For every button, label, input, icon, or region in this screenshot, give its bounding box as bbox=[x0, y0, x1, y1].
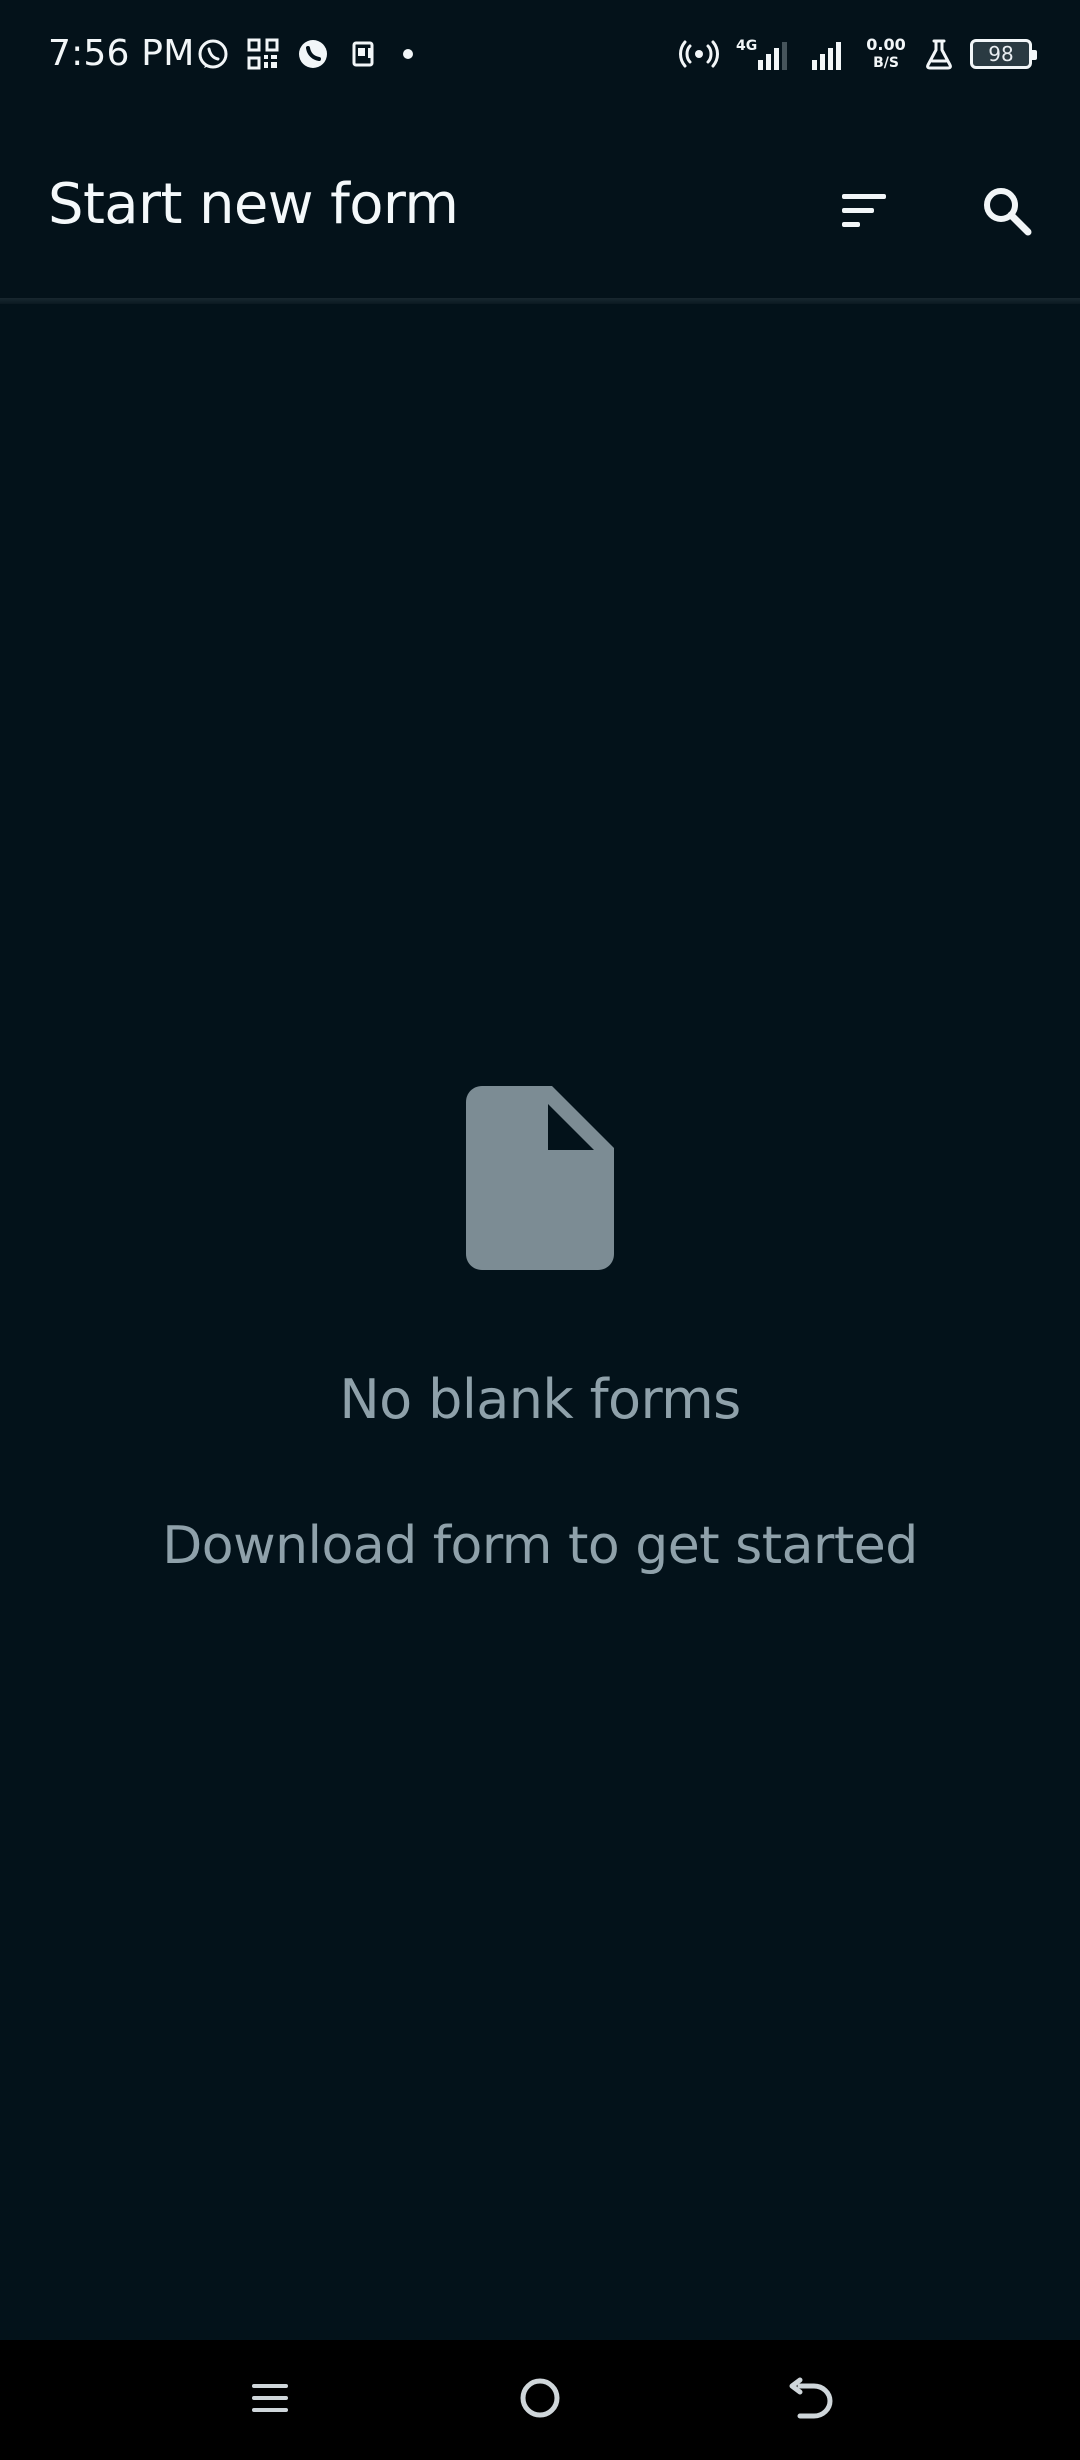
signal-icon bbox=[806, 34, 850, 74]
network-speed-value: 0.00 bbox=[866, 35, 906, 54]
home-button[interactable] bbox=[460, 2340, 620, 2460]
home-circle-icon bbox=[514, 2372, 566, 2428]
sort-button[interactable] bbox=[826, 172, 902, 248]
battery-icon: 98 bbox=[970, 39, 1037, 69]
qr-code-icon bbox=[246, 37, 280, 71]
search-button[interactable] bbox=[968, 172, 1044, 248]
phone-bubble-icon bbox=[296, 37, 330, 71]
status-bar: 7:56 PM 4G 0.00 B/S 98 bbox=[0, 0, 1080, 108]
back-button[interactable] bbox=[730, 2340, 890, 2460]
hotspot-icon bbox=[678, 37, 720, 71]
battery-level: 98 bbox=[988, 42, 1014, 66]
main-content bbox=[0, 304, 1080, 2340]
search-icon bbox=[976, 180, 1036, 240]
empty-state-title: No blank forms bbox=[339, 1368, 741, 1431]
app-icon bbox=[346, 37, 380, 71]
page-title: Start new form bbox=[48, 172, 459, 237]
dot-icon bbox=[396, 37, 420, 71]
svg-text:4G: 4G bbox=[736, 38, 757, 54]
document-icon bbox=[466, 1086, 614, 1270]
navigation-bar bbox=[0, 2340, 1080, 2460]
back-icon bbox=[782, 2372, 838, 2428]
status-icons-right: 4G 0.00 B/S 98 bbox=[678, 34, 1037, 74]
menu-icon bbox=[246, 2374, 294, 2426]
empty-state-subtitle: Download form to get started bbox=[162, 1516, 918, 1576]
flask-icon bbox=[922, 37, 956, 71]
signal-4g-icon: 4G bbox=[734, 34, 792, 74]
sort-icon bbox=[834, 180, 894, 240]
recents-button[interactable] bbox=[190, 2340, 350, 2460]
network-speed-unit: B/S bbox=[873, 55, 899, 71]
status-icons-left bbox=[196, 34, 420, 74]
network-speed-icon: 0.00 B/S bbox=[864, 34, 908, 74]
whatsapp-icon bbox=[196, 37, 230, 71]
app-bar: Start new form bbox=[0, 108, 1080, 300]
status-time: 7:56 PM bbox=[48, 33, 195, 74]
